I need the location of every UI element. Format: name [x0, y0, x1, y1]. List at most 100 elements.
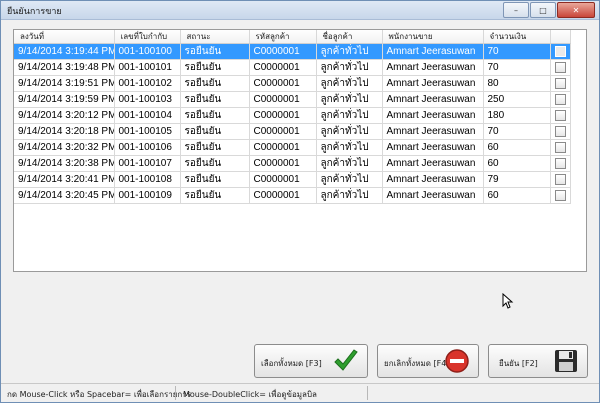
table-cell: C0000001 [249, 59, 317, 76]
table-cell: 79 [483, 171, 551, 188]
window-title: ยืนยันการขาย [7, 7, 62, 17]
confirm-sales-window: ยืนยันการขาย – □ ✕ ลงวันที่ เลขที่ใบกำกับ… [0, 0, 600, 403]
row-select-cell [550, 123, 571, 140]
table-cell: 9/14/2014 3:19:44 PM [14, 43, 115, 60]
table-row[interactable]: 9/14/2014 3:20:41 PM 001-100108 รอยืนยัน C0… [14, 171, 571, 188]
table-row[interactable]: 9/14/2014 3:20:12 PM 001-100104 รอยืนยัน C0… [14, 107, 571, 124]
table-cell: ลูกค้าทั่วไป [316, 75, 383, 92]
table-cell: รอยืนยัน [180, 43, 250, 60]
table-cell: 70 [483, 59, 551, 76]
row-select-cell [550, 171, 571, 188]
row-select-cell [550, 187, 571, 204]
table-row[interactable]: 9/14/2014 3:19:51 PM 001-100102 รอยืนยัน C0… [14, 75, 571, 92]
confirm-button[interactable]: ยืนยัน [F2] [488, 344, 588, 378]
row-checkbox[interactable] [554, 77, 566, 89]
minimize-button[interactable]: – [503, 2, 529, 18]
table-cell: Amnart Jeerasuwan [382, 171, 484, 188]
select-all-button[interactable]: เลือกทั้งหมด [F3] [254, 344, 368, 378]
row-checkbox[interactable] [554, 45, 566, 57]
table-cell: C0000001 [249, 123, 317, 140]
table-cell: 9/14/2014 3:20:32 PM [14, 139, 115, 156]
table-cell: 9/14/2014 3:19:51 PM [14, 75, 115, 92]
table-cell: 001-100106 [114, 139, 181, 156]
table-cell: 60 [483, 155, 551, 172]
table-row[interactable]: 9/14/2014 3:20:32 PM 001-100106 รอยืนยัน C0… [14, 139, 571, 156]
row-select-cell [550, 91, 571, 108]
row-checkbox[interactable] [554, 125, 566, 137]
maximize-icon: □ [539, 5, 547, 15]
row-select-cell [550, 155, 571, 172]
column-header[interactable] [550, 30, 571, 44]
table-cell: 9/14/2014 3:20:12 PM [14, 107, 115, 124]
row-select-cell [550, 59, 571, 76]
close-button[interactable]: ✕ [557, 2, 595, 18]
row-checkbox[interactable] [554, 173, 566, 185]
table-cell: รอยืนยัน [180, 123, 250, 140]
table-cell: C0000001 [249, 155, 317, 172]
table-cell: 9/14/2014 3:19:48 PM [14, 59, 115, 76]
table-cell: 9/14/2014 3:20:41 PM [14, 171, 115, 188]
column-header[interactable]: จำนวนเงิน [483, 30, 551, 44]
table-row[interactable]: 9/14/2014 3:19:44 PM 001-100100 รอยืนยัน C0… [14, 43, 571, 60]
table-cell: 9/14/2014 3:20:18 PM [14, 123, 115, 140]
table-cell: 001-100103 [114, 91, 181, 108]
table-cell: Amnart Jeerasuwan [382, 91, 484, 108]
table-cell: ลูกค้าทั่วไป [316, 155, 383, 172]
confirm-label: ยืนยัน [F2] [499, 359, 538, 368]
table-row[interactable]: 9/14/2014 3:19:59 PM 001-100103 รอยืนยัน C0… [14, 91, 571, 108]
row-select-cell [550, 107, 571, 124]
table-cell: ลูกค้าทั่วไป [316, 139, 383, 156]
table-cell: Amnart Jeerasuwan [382, 75, 484, 92]
column-header[interactable]: ชื่อลูกค้า [316, 30, 383, 44]
title-bar: ยืนยันการขาย – □ ✕ [1, 1, 599, 20]
maximize-button[interactable]: □ [530, 2, 556, 18]
table-cell: 9/14/2014 3:20:45 PM [14, 187, 115, 204]
mouse-pointer-icon [502, 293, 514, 309]
table-cell: 001-100102 [114, 75, 181, 92]
status-divider [175, 386, 176, 400]
table-cell: 001-100109 [114, 187, 181, 204]
table-cell: รอยืนยัน [180, 155, 250, 172]
status-divider [367, 386, 368, 400]
row-checkbox[interactable] [554, 93, 566, 105]
grid-header: ลงวันที่ เลขที่ใบกำกับ สถานะ รหัสลูกค้า ชื่อ… [14, 30, 571, 44]
column-header[interactable]: เลขที่ใบกำกับ [114, 30, 181, 44]
row-checkbox[interactable] [554, 61, 566, 73]
table-row[interactable]: 9/14/2014 3:20:18 PM 001-100105 รอยืนยัน C0… [14, 123, 571, 140]
table-cell: 60 [483, 139, 551, 156]
table-cell: ลูกค้าทั่วไป [316, 91, 383, 108]
column-header[interactable]: พนักงานขาย [382, 30, 484, 44]
table-cell: 180 [483, 107, 551, 124]
table-cell: รอยืนยัน [180, 91, 250, 108]
row-checkbox[interactable] [554, 141, 566, 153]
table-cell: 9/14/2014 3:19:59 PM [14, 91, 115, 108]
floppy-disk-icon [555, 350, 577, 372]
row-checkbox[interactable] [554, 189, 566, 201]
minus-circle-icon [445, 349, 469, 373]
deselect-all-button[interactable]: ยกเลิกทั้งหมด [F4] [377, 344, 479, 378]
table-cell: C0000001 [249, 43, 317, 60]
column-header[interactable]: รหัสลูกค้า [249, 30, 317, 44]
table-cell: รอยืนยัน [180, 139, 250, 156]
table-cell: 80 [483, 75, 551, 92]
close-icon: ✕ [572, 5, 580, 15]
table-cell: C0000001 [249, 91, 317, 108]
table-cell: Amnart Jeerasuwan [382, 187, 484, 204]
row-checkbox[interactable] [554, 109, 566, 121]
sales-grid[interactable]: ลงวันที่ เลขที่ใบกำกับ สถานะ รหัสลูกค้า ชื่อ… [13, 29, 587, 272]
table-row[interactable]: 9/14/2014 3:20:45 PM 001-100109 รอยืนยัน C0… [14, 187, 571, 204]
table-cell: รอยืนยัน [180, 107, 250, 124]
checkmark-icon [334, 349, 358, 371]
table-cell: 9/14/2014 3:20:38 PM [14, 155, 115, 172]
table-row[interactable]: 9/14/2014 3:19:48 PM 001-100101 รอยืนยัน C0… [14, 59, 571, 76]
select-all-label: เลือกทั้งหมด [F3] [261, 359, 322, 368]
row-checkbox[interactable] [554, 157, 566, 169]
column-header[interactable]: สถานะ [180, 30, 250, 44]
table-row[interactable]: 9/14/2014 3:20:38 PM 001-100107 รอยืนยัน C0… [14, 155, 571, 172]
table-cell: Amnart Jeerasuwan [382, 155, 484, 172]
status-hint-doubleclick: Mouse-DoubleClick= เพื่อดูข้อมูลบิล [183, 390, 317, 399]
minimize-icon: – [514, 5, 518, 15]
table-cell: ลูกค้าทั่วไป [316, 171, 383, 188]
column-header[interactable]: ลงวันที่ [14, 30, 115, 44]
deselect-all-label: ยกเลิกทั้งหมด [F4] [384, 359, 450, 368]
